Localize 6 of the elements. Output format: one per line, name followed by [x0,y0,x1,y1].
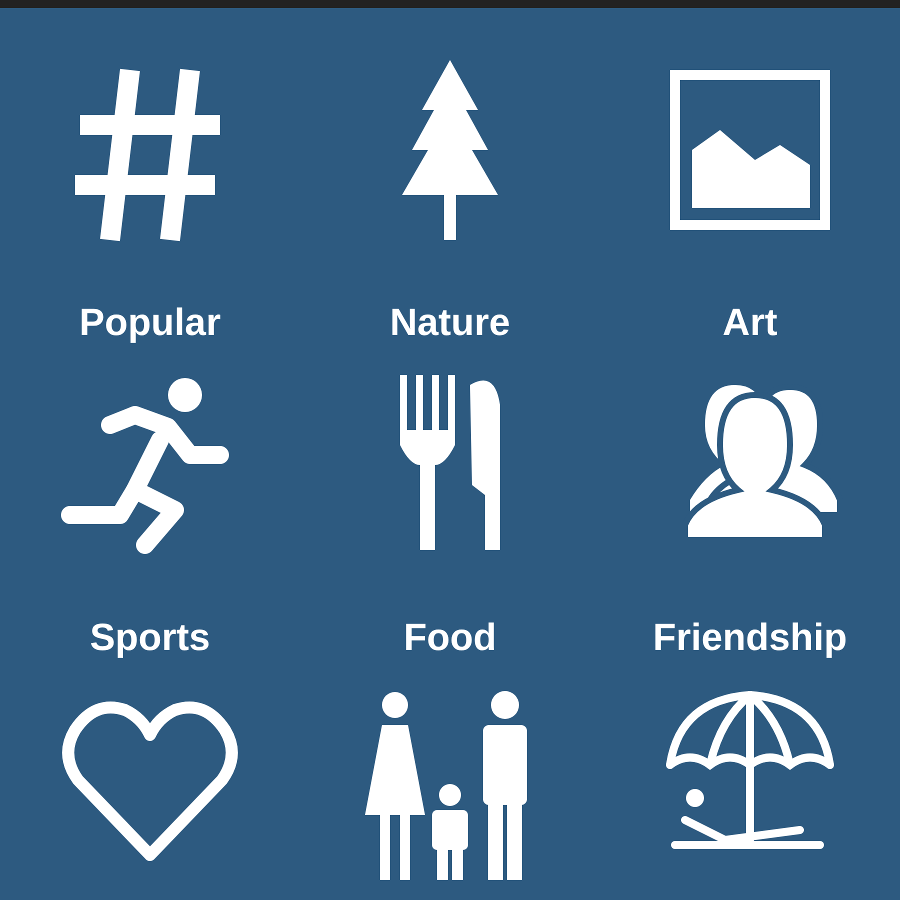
category-label[interactable]: Nature [390,302,510,345]
category-label[interactable]: Popular [79,302,221,345]
category-label[interactable]: Sports [90,617,210,660]
category-label[interactable]: Friendship [652,617,848,660]
category-label[interactable]: Food [404,617,496,660]
category-label[interactable]: Art [722,302,778,345]
